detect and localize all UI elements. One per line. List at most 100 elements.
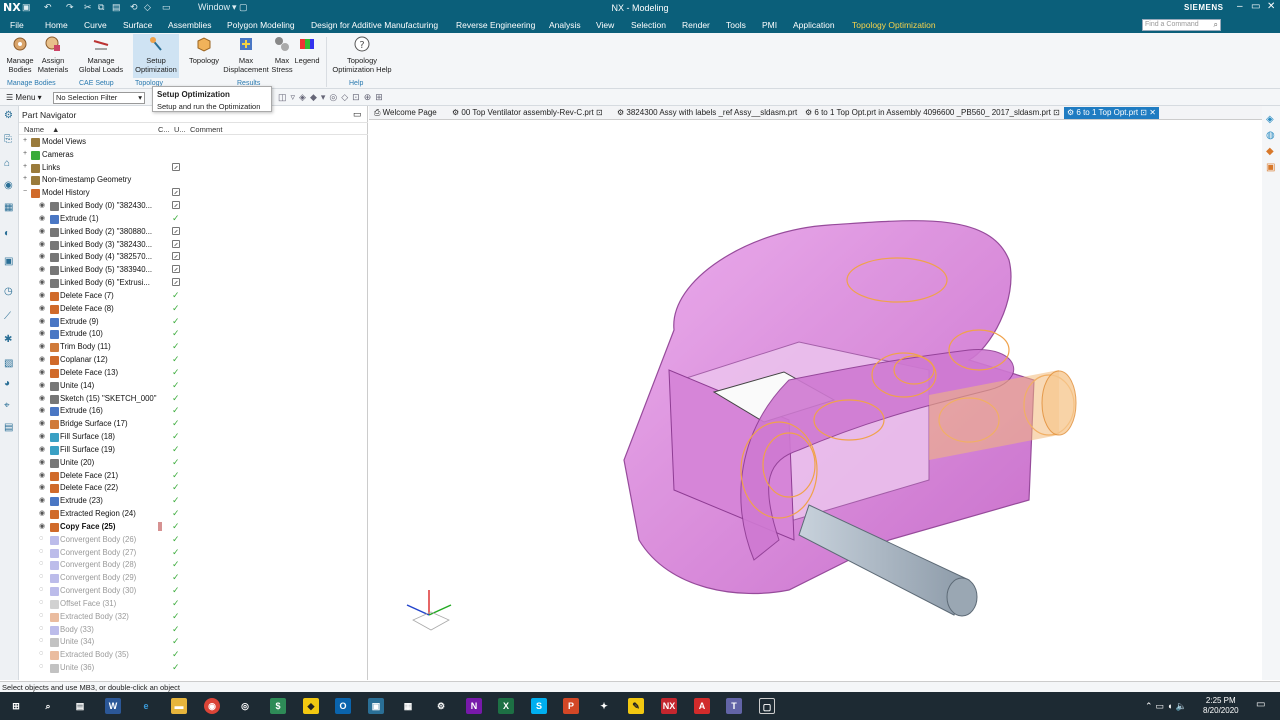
visibility-icon[interactable]: ◉	[39, 214, 45, 222]
visibility-icon[interactable]: ◌	[39, 586, 43, 593]
max-displacement-button[interactable]: Max Displacement	[223, 35, 269, 74]
settings-icon[interactable]: ⚙	[4, 110, 13, 121]
visibility-icon[interactable]: ◉	[39, 522, 45, 530]
setup-optimization-button[interactable]: Setup Optimization	[133, 34, 179, 78]
table-row[interactable]: ◉ Linked Body (3) "382430...	[19, 239, 364, 252]
table-row[interactable]: ◉ Linked Body (4) "382570...	[19, 251, 364, 264]
visibility-icon[interactable]: ◉	[39, 471, 45, 479]
menu-button[interactable]: ☰ Menu ▾	[6, 93, 42, 102]
file-explorer-icon[interactable]: ▬	[171, 698, 187, 714]
taskbar-search-icon[interactable]: ⌕	[40, 698, 56, 714]
maximize-icon[interactable]: ▭	[1251, 1, 1260, 12]
visibility-icon[interactable]: ◉	[39, 381, 45, 389]
calculator-icon[interactable]: ▦	[400, 698, 416, 714]
sticky-notes-icon[interactable]: ✎	[628, 698, 644, 714]
web-browser-icon[interactable]: ▣	[4, 256, 13, 267]
visibility-icon[interactable]: ◉	[39, 394, 45, 402]
visibility-icon[interactable]: ◌	[39, 625, 43, 632]
table-row[interactable]: ◉ Fill Surface (18) ✓	[19, 431, 364, 444]
minimize-icon[interactable]: –	[1237, 1, 1243, 12]
browser-icon[interactable]: ◎	[237, 698, 253, 714]
group-cae-setup[interactable]: CAE Setup	[79, 80, 114, 87]
table-row[interactable]: ◌ Unite (36) ✓	[19, 662, 364, 675]
visibility-icon[interactable]: ◉	[39, 317, 45, 325]
table-row[interactable]: ◉ Bridge Surface (17) ✓	[19, 418, 364, 431]
mach-icon[interactable]: ⌖	[4, 400, 10, 411]
sort-up-icon[interactable]: ▲	[52, 125, 59, 134]
visibility-icon[interactable]: ◉	[39, 329, 45, 337]
menu-topology-optimization[interactable]: Topology Optimization	[852, 20, 936, 30]
table-row[interactable]: ◉ Coplanar (12) ✓	[19, 354, 364, 367]
graphics-window[interactable]	[369, 120, 1266, 680]
system-scenes-icon[interactable]: ▧	[4, 358, 13, 369]
menu-application[interactable]: Application	[793, 20, 835, 30]
table-row[interactable]: ◌ Convergent Body (27) ✓	[19, 547, 364, 560]
visibility-icon[interactable]: ◉	[39, 509, 45, 517]
table-row[interactable]: ◉ Delete Face (7) ✓	[19, 290, 364, 303]
visibility-icon[interactable]: ◌	[39, 637, 43, 644]
table-row[interactable]: ◉ Extrude (10) ✓	[19, 328, 364, 341]
layer-icon[interactable]: ◆	[1266, 146, 1274, 157]
notifications-icon[interactable]: ▭	[1256, 699, 1265, 710]
table-row[interactable]: ◉ Extrude (23) ✓	[19, 495, 364, 508]
table-row[interactable]: ◉ Extrude (1) ✓	[19, 213, 364, 226]
visibility-icon[interactable]: ◌	[39, 612, 43, 619]
visibility-icon[interactable]: ◌	[39, 573, 43, 580]
menu-render[interactable]: Render	[682, 20, 710, 30]
table-row[interactable]: ◉ Linked Body (5) "383940...	[19, 264, 364, 277]
visibility-icon[interactable]: ◌	[39, 650, 43, 657]
table-row[interactable]: ◌ Convergent Body (30) ✓	[19, 585, 364, 598]
menu-curve[interactable]: Curve	[84, 20, 107, 30]
table-row[interactable]: ◉ Extrude (9) ✓	[19, 316, 364, 329]
history-icon[interactable]: ◷	[4, 286, 13, 297]
table-row[interactable]: + Links	[19, 162, 364, 175]
table-row[interactable]: ◉ Sketch (15) "SKETCH_000" ✓	[19, 393, 364, 406]
onenote-icon[interactable]: N	[466, 698, 482, 714]
visibility-icon[interactable]: ◌	[39, 548, 43, 555]
visibility-icon[interactable]: ◉	[39, 227, 45, 235]
table-row[interactable]: ◉ Extracted Region (24) ✓	[19, 508, 364, 521]
skype-icon[interactable]: S	[531, 698, 547, 714]
visibility-icon[interactable]: ◌	[39, 560, 43, 567]
outlook-icon[interactable]: O	[335, 698, 351, 714]
part-model[interactable]	[369, 120, 1266, 680]
close-icon[interactable]: ✕	[1267, 1, 1275, 12]
fit-icon[interactable]: ◍	[1266, 130, 1275, 141]
menu-analysis[interactable]: Analysis	[549, 20, 581, 30]
table-row[interactable]: + Model Views	[19, 136, 364, 149]
menu-reverse-engineering[interactable]: Reverse Engineering	[456, 20, 535, 30]
roles-icon[interactable]: ✱	[4, 334, 12, 345]
table-row[interactable]: ◌ Extracted Body (35) ✓	[19, 649, 364, 662]
teams-icon[interactable]: T	[726, 698, 742, 714]
column-current[interactable]: C...	[158, 125, 170, 134]
visibility-icon[interactable]: ◌	[39, 535, 43, 542]
table-row[interactable]: ◉ Linked Body (6) "Extrusi...	[19, 277, 364, 290]
reuse-library-icon[interactable]: ▦	[4, 202, 13, 213]
excel-icon[interactable]: X	[498, 698, 514, 714]
menu-tools[interactable]: Tools	[726, 20, 746, 30]
group-manage-bodies[interactable]: Manage Bodies	[7, 80, 56, 87]
table-row[interactable]: ◉ Unite (14) ✓	[19, 380, 364, 393]
menu-polygon-modeling[interactable]: Polygon Modeling	[227, 20, 295, 30]
menu-surface[interactable]: Surface	[123, 20, 152, 30]
column-uptodate[interactable]: U...	[174, 125, 186, 134]
menu-home[interactable]: Home	[45, 20, 68, 30]
topology-optimization-help-button[interactable]: ? Topology Optimization Help	[330, 35, 394, 74]
table-row[interactable]: ◉ Extrude (16) ✓	[19, 405, 364, 418]
column-comment[interactable]: Comment	[190, 125, 223, 134]
visibility-icon[interactable]: ◉	[39, 201, 45, 209]
table-row[interactable]: ◉ Linked Body (0) "382430...	[19, 200, 364, 213]
visibility-icon[interactable]: ◉	[39, 240, 45, 248]
app-window-icon[interactable]: ▢	[759, 698, 775, 714]
table-row[interactable]: ◉ Fill Surface (19) ✓	[19, 444, 364, 457]
visibility-icon[interactable]: ◉	[39, 304, 45, 312]
legend-button[interactable]: Legend	[294, 35, 320, 65]
visibility-icon[interactable]: ◌	[39, 663, 43, 670]
system-tray-icons[interactable]: ⌃▭◖🔈	[1145, 701, 1190, 712]
visibility-icon[interactable]: ◉	[39, 278, 45, 286]
table-row[interactable]: − Model History	[19, 187, 364, 200]
selection-filter-dropdown[interactable]: No Selection Filter ▾	[53, 92, 145, 104]
visibility-icon[interactable]: ◉	[39, 355, 45, 363]
table-row[interactable]: ◌ Convergent Body (28) ✓	[19, 559, 364, 572]
expand-toggle-icon[interactable]: +	[23, 137, 27, 144]
